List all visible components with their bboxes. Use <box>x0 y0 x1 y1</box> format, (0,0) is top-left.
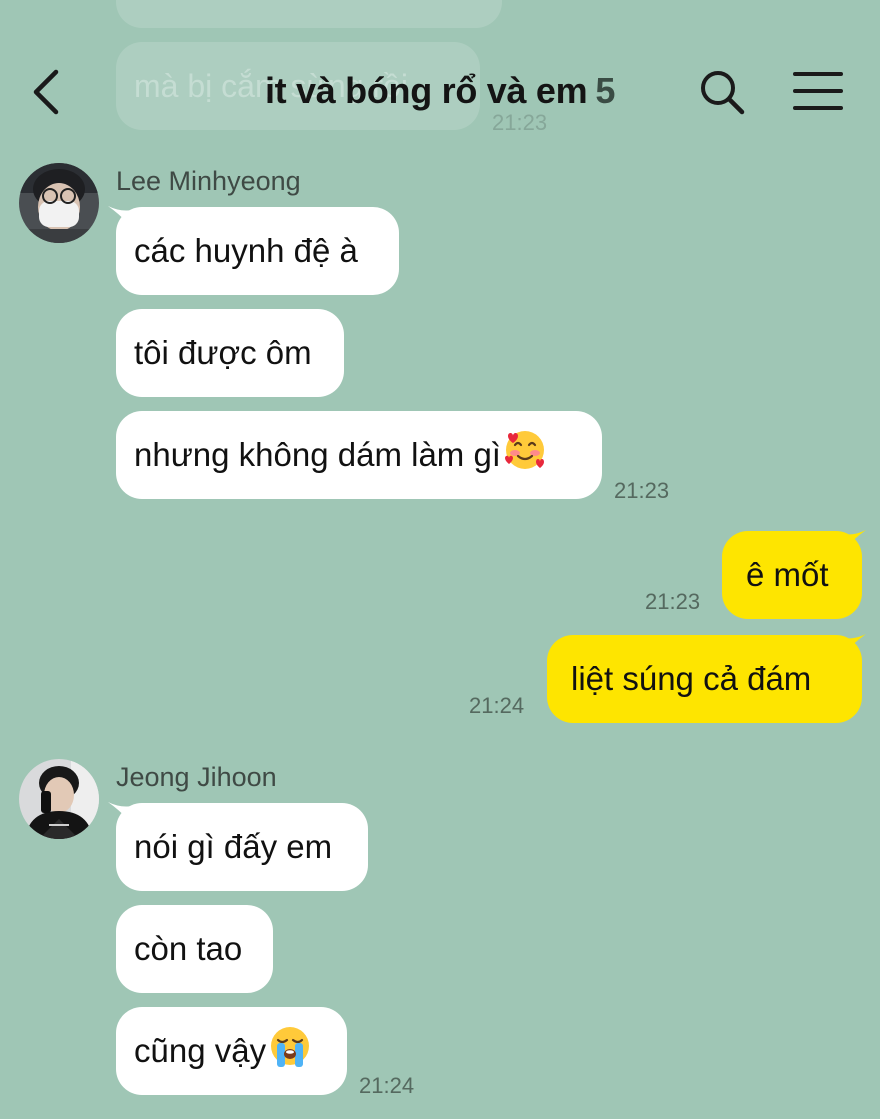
avatar[interactable] <box>19 163 99 243</box>
message-time: 21:23 <box>645 589 701 614</box>
message-bubble[interactable]: cũng vậy <box>116 1007 347 1095</box>
message-time: 21:24 <box>469 693 525 718</box>
message-bubble[interactable]: các huynh đệ à <box>116 207 399 295</box>
message-text: nhưng không dám làm gì <box>134 436 501 473</box>
search-button[interactable] <box>698 68 746 116</box>
avatar[interactable] <box>19 759 99 839</box>
chat-header: it và bóng rổ và em 5 <box>0 40 880 144</box>
member-count: 5 <box>595 70 616 111</box>
message-text: ê mốt <box>746 556 829 593</box>
hamburger-menu-icon <box>793 72 843 110</box>
message-text: tôi được ôm <box>134 334 312 371</box>
avatar-image <box>19 163 99 243</box>
chat-title: it và bóng rổ và em 5 <box>0 70 880 112</box>
sender-name: Lee Minhyeong <box>116 166 301 196</box>
chat-screen: mà bị cắm sừng rồi 21:23 it và bóng rổ v… <box>0 0 880 1119</box>
sender-name: Jeong Jihoon <box>116 762 277 792</box>
message-bubble[interactable]: còn tao <box>116 905 273 993</box>
loudly-crying-face-icon <box>271 1027 310 1067</box>
message-bubble[interactable]: nói gì đấy em <box>116 803 368 891</box>
message-bubble[interactable]: tôi được ôm <box>116 309 344 397</box>
menu-button[interactable] <box>792 70 844 114</box>
message-text: các huynh đệ à <box>134 232 358 269</box>
message-text: nói gì đấy em <box>134 828 333 865</box>
chat-title-text: it và bóng rổ và em <box>264 70 588 111</box>
message-bubble[interactable]: nhưng không dám làm gì <box>116 411 602 499</box>
search-icon <box>701 71 745 115</box>
avatar-image <box>19 759 99 839</box>
message-time: 21:24 <box>359 1073 415 1098</box>
message-text: cũng vậy <box>134 1032 267 1069</box>
smiling-face-with-hearts-icon <box>504 431 544 469</box>
my-message-bubble[interactable]: ê mốt <box>722 531 862 619</box>
my-message-bubble[interactable]: liệt súng cả đám <box>547 635 862 723</box>
message-text: liệt súng cả đám <box>571 660 812 697</box>
message-text: còn tao <box>134 930 243 967</box>
faded-previous-message <box>116 0 502 28</box>
message-time: 21:23 <box>614 478 670 503</box>
